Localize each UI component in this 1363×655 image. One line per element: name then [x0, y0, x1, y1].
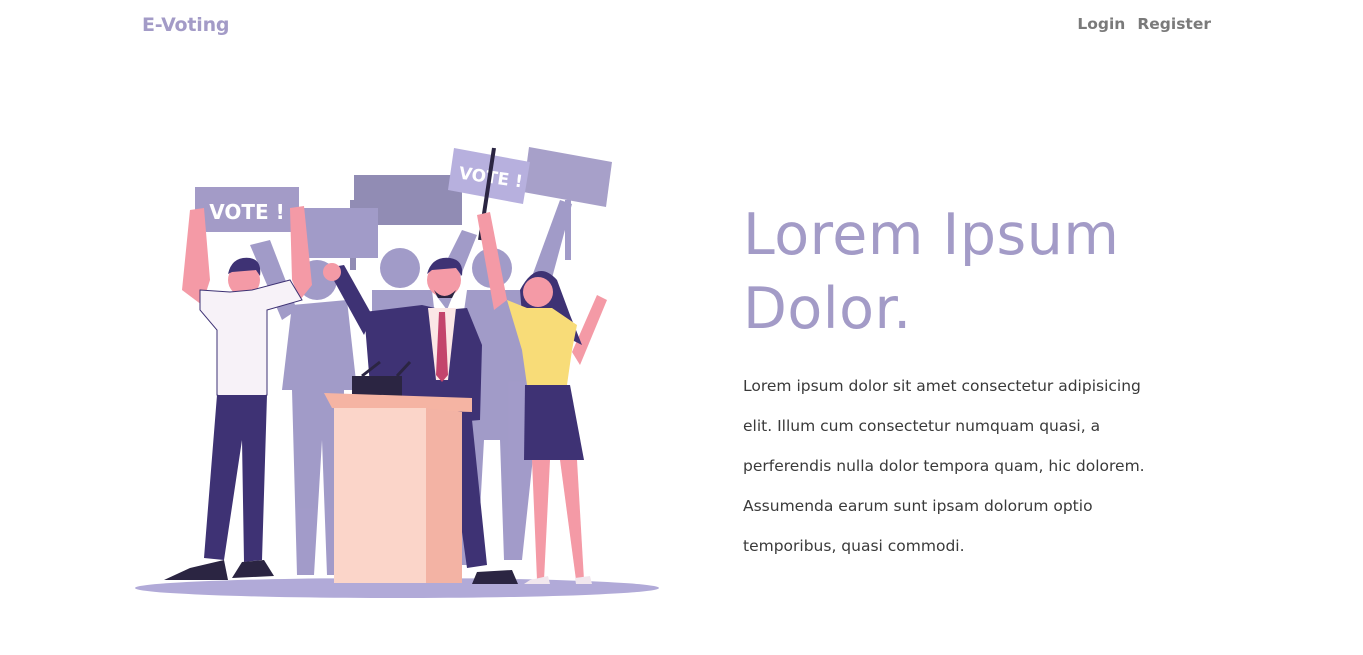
voting-illustration: VOTE ! VOTE !: [132, 140, 660, 605]
register-link[interactable]: Register: [1137, 15, 1211, 33]
brand-logo[interactable]: E-Voting: [142, 14, 230, 36]
hero-section: Lorem Ipsum Dolor. Lorem ipsum dolor sit…: [743, 198, 1183, 566]
sign-left-text: VOTE !: [209, 200, 285, 224]
hero-paragraph: Lorem ipsum dolor sit amet consectetur a…: [743, 377, 1145, 555]
navbar: E-Voting Login Register: [0, 0, 1363, 52]
login-link[interactable]: Login: [1077, 15, 1125, 33]
hero-title: Lorem Ipsum Dolor.: [743, 202, 1120, 342]
nav-links: Login Register: [1077, 15, 1211, 33]
landing-page: E-Voting Login Register VOTE ! VOTE ! Lo…: [0, 0, 1363, 655]
illustration-svg: VOTE ! VOTE !: [135, 147, 659, 598]
